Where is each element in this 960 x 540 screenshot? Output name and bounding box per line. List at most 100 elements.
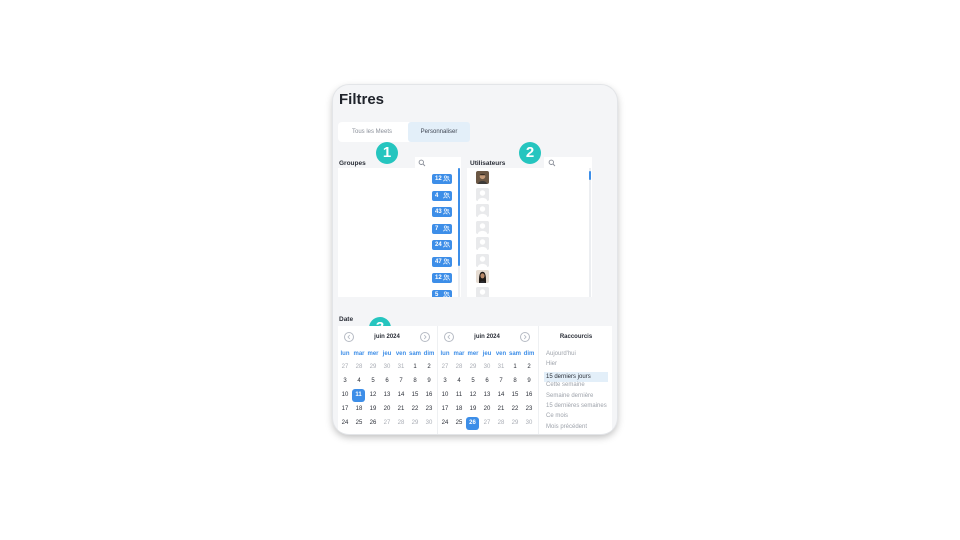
shortcut-item[interactable]: 15 dernières semaines [546, 403, 607, 409]
next-month-button[interactable] [520, 332, 530, 342]
group-member-count[interactable]: 12 [432, 273, 452, 283]
calendar-day[interactable]: 28 [352, 361, 366, 374]
calendar-day[interactable]: 9 [522, 375, 536, 388]
next-month-button[interactable] [420, 332, 430, 342]
user-avatar[interactable] [476, 220, 489, 234]
calendar-day[interactable]: 7 [394, 375, 408, 388]
calendar-day-selected[interactable]: 11 [352, 389, 365, 402]
calendar-day[interactable]: 21 [494, 403, 508, 416]
tab-customize[interactable]: Personnaliser [408, 122, 470, 142]
calendar-day[interactable]: 14 [494, 389, 508, 402]
groups-scrollbar-thumb[interactable] [458, 168, 460, 266]
user-avatar[interactable] [476, 286, 489, 297]
calendar-day[interactable]: 30 [522, 417, 536, 430]
calendar-day[interactable]: 25 [452, 417, 466, 430]
group-member-count[interactable]: 5 [432, 289, 452, 297]
calendar-day-selected[interactable]: 26 [466, 417, 479, 430]
calendar-day[interactable]: 23 [422, 403, 436, 416]
user-avatar[interactable] [476, 171, 489, 184]
calendar-day[interactable]: 20 [480, 403, 494, 416]
calendar-day[interactable]: 12 [366, 389, 380, 402]
calendar-day[interactable]: 27 [380, 417, 394, 430]
shortcut-item[interactable]: Mois précédent [546, 424, 587, 430]
calendar-day[interactable]: 1 [408, 361, 422, 374]
shortcut-item[interactable]: Semaine dernière [546, 393, 593, 399]
calendar-day[interactable]: 22 [508, 403, 522, 416]
shortcut-item[interactable]: Cette semaine [546, 382, 585, 388]
calendar-day[interactable]: 2 [422, 361, 436, 374]
calendar-day[interactable]: 14 [394, 389, 408, 402]
shortcut-item[interactable]: Hier [546, 361, 557, 367]
calendar-day[interactable]: 5 [466, 375, 480, 388]
calendar-day[interactable]: 24 [438, 417, 452, 430]
calendar-day[interactable]: 23 [522, 403, 536, 416]
calendar-day[interactable]: 28 [494, 417, 508, 430]
calendar-day[interactable]: 3 [438, 375, 452, 388]
calendar-day[interactable]: 29 [508, 417, 522, 430]
shortcut-item[interactable]: Aujourd'hui [546, 351, 576, 357]
calendar-day[interactable]: 21 [394, 403, 408, 416]
calendar-day[interactable]: 8 [408, 375, 422, 388]
user-avatar[interactable] [476, 253, 489, 267]
shortcut-item[interactable]: 15 derniers jours [544, 371, 608, 382]
calendar-day[interactable]: 17 [338, 403, 352, 416]
calendar-day[interactable]: 9 [422, 375, 436, 388]
calendar-day[interactable]: 31 [394, 361, 408, 374]
calendar-day[interactable]: 6 [380, 375, 394, 388]
calendar-day[interactable]: 27 [338, 361, 352, 374]
group-member-count[interactable]: 12 [432, 174, 452, 184]
calendar-day[interactable]: 4 [352, 375, 366, 388]
calendar-day[interactable]: 11 [452, 389, 466, 402]
calendar-day[interactable]: 26 [366, 417, 380, 430]
calendar-day[interactable]: 29 [466, 361, 480, 374]
calendar-day[interactable]: 25 [352, 417, 366, 430]
group-member-count[interactable]: 7 [432, 223, 452, 234]
calendar-day[interactable]: 30 [422, 417, 436, 430]
group-member-count[interactable]: 47 [432, 256, 452, 267]
calendar-day[interactable]: 30 [480, 361, 494, 374]
calendar-day[interactable]: 15 [408, 389, 422, 402]
calendar-day[interactable]: 12 [466, 389, 480, 402]
users-scrollbar-thumb[interactable] [589, 171, 591, 180]
calendar-day[interactable]: 1 [508, 361, 522, 374]
calendar-day[interactable]: 18 [452, 403, 466, 416]
calendar-day[interactable]: 24 [338, 417, 352, 430]
calendar-day[interactable]: 30 [380, 361, 394, 374]
calendar-day[interactable]: 10 [438, 389, 452, 402]
calendar-day[interactable]: 20 [380, 403, 394, 416]
calendar-day[interactable]: 5 [366, 375, 380, 388]
groups-scrollbar[interactable] [458, 168, 460, 297]
calendar-day[interactable]: 13 [380, 389, 394, 402]
user-avatar[interactable] [476, 187, 489, 201]
calendar-day[interactable]: 10 [338, 389, 352, 402]
calendar-day[interactable]: 7 [494, 375, 508, 388]
shortcut-item[interactable]: Ce mois [546, 413, 568, 419]
calendar-day[interactable]: 15 [508, 389, 522, 402]
calendar-day[interactable]: 19 [366, 403, 380, 416]
user-avatar[interactable] [476, 270, 489, 283]
calendar-day[interactable]: 16 [522, 389, 536, 402]
user-avatar[interactable] [476, 204, 489, 217]
user-avatar[interactable] [476, 237, 489, 250]
calendar-day[interactable]: 28 [452, 361, 466, 374]
users-scrollbar[interactable] [589, 168, 591, 297]
calendar-day[interactable]: 18 [352, 403, 366, 416]
calendar-day[interactable]: 3 [338, 375, 352, 388]
tab-all-meets[interactable]: Tous les Meets [338, 122, 406, 142]
calendar-day[interactable]: 29 [366, 361, 380, 374]
group-member-count[interactable]: 24 [432, 240, 452, 250]
calendar-day[interactable]: 22 [408, 403, 422, 416]
calendar-day[interactable]: 6 [480, 375, 494, 388]
calendar-day[interactable]: 27 [480, 417, 494, 430]
group-member-count[interactable]: 4 [432, 190, 452, 201]
calendar-day[interactable]: 17 [438, 403, 452, 416]
calendar-day[interactable]: 19 [466, 403, 480, 416]
calendar-day[interactable]: 2 [522, 361, 536, 374]
group-member-count[interactable]: 43 [432, 207, 452, 217]
calendar-day[interactable]: 8 [508, 375, 522, 388]
calendar-day[interactable]: 29 [408, 417, 422, 430]
calendar-day[interactable]: 4 [452, 375, 466, 388]
calendar-day[interactable]: 27 [438, 361, 452, 374]
calendar-day[interactable]: 16 [422, 389, 436, 402]
calendar-day[interactable]: 31 [494, 361, 508, 374]
